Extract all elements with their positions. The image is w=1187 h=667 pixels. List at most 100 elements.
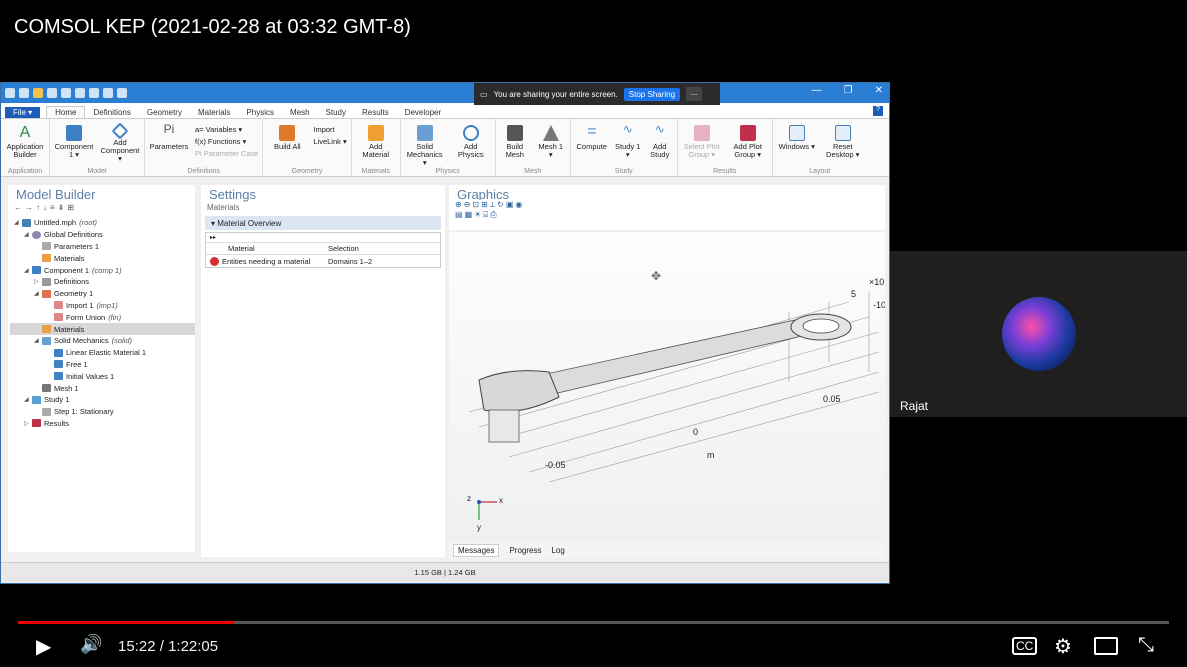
tab-materials[interactable]: Materials bbox=[190, 107, 238, 118]
study-1-button[interactable]: ∿ Study 1 ▾ bbox=[615, 121, 641, 159]
windows-button[interactable]: Windows ▾ bbox=[777, 121, 817, 151]
maximize-icon[interactable]: ❐ bbox=[844, 85, 853, 96]
grid-icon[interactable]: ▦ bbox=[465, 210, 475, 219]
import-button[interactable]: Import bbox=[313, 125, 346, 134]
tab-file[interactable]: File ▾ bbox=[5, 107, 41, 118]
add-material-button[interactable]: Add Material bbox=[356, 121, 396, 159]
expand-arrow-icon[interactable]: ◢ bbox=[34, 290, 42, 297]
move-down-icon[interactable]: ↓ bbox=[43, 203, 50, 212]
add-component-button[interactable]: Add Component ▾ bbox=[100, 121, 140, 163]
tree-node-form-union[interactable]: Form Union (fin) bbox=[10, 311, 195, 323]
new-file-icon[interactable] bbox=[19, 88, 29, 98]
back-icon[interactable]: ← bbox=[14, 203, 25, 212]
build-mesh-button[interactable]: Build Mesh bbox=[500, 121, 530, 159]
stop-sharing-button[interactable]: Stop Sharing bbox=[623, 87, 681, 101]
tree-node-parameters[interactable]: Parameters 1 bbox=[10, 241, 195, 253]
close-icon[interactable]: ✕ bbox=[875, 85, 883, 96]
compute-button[interactable]: = Compute bbox=[575, 121, 609, 151]
expand-arrow-icon[interactable]: ◢ bbox=[24, 231, 32, 238]
expand-icon[interactable]: ⊞ bbox=[67, 203, 77, 212]
volume-icon[interactable]: 🔊 bbox=[80, 634, 102, 655]
expand-arrow-icon[interactable]: ◢ bbox=[24, 396, 32, 403]
tree-node-geometry[interactable]: ◢ Geometry 1 bbox=[10, 288, 195, 300]
tab-messages[interactable]: Messages bbox=[453, 543, 500, 557]
tree-node-component[interactable]: ◢ Component 1 (comp 1) bbox=[10, 264, 195, 276]
play-icon[interactable]: ▶ bbox=[36, 634, 51, 659]
tab-progress[interactable]: Progress bbox=[509, 546, 541, 555]
wireframe-icon[interactable]: ▤ bbox=[455, 210, 465, 219]
zoom-box-icon[interactable]: ⊡ bbox=[472, 200, 481, 209]
forward-icon[interactable]: → bbox=[25, 203, 36, 212]
tab-study[interactable]: Study bbox=[318, 107, 354, 118]
tab-mesh[interactable]: Mesh bbox=[282, 107, 318, 118]
expand-arrow-icon[interactable]: ◢ bbox=[34, 337, 42, 344]
tab-definitions[interactable]: Definitions bbox=[85, 107, 138, 118]
undo-icon[interactable] bbox=[61, 88, 71, 98]
tree-node-root[interactable]: ◢ Untitled.mph (root) bbox=[10, 217, 195, 229]
component-button[interactable]: Component 1 ▾ bbox=[54, 121, 94, 159]
table-row[interactable]: Entities needing a material Domains 1–2 bbox=[206, 255, 440, 267]
mesh-1-button[interactable]: Mesh 1 ▾ bbox=[536, 121, 566, 159]
exit-fullscreen-icon[interactable]: ⤡ bbox=[1138, 634, 1154, 657]
tree-node-mesh[interactable]: Mesh 1 bbox=[10, 382, 195, 394]
tree-node-linear-elastic[interactable]: Linear Elastic Material 1 bbox=[10, 347, 195, 359]
captions-icon[interactable]: CC bbox=[1012, 637, 1038, 655]
open-file-icon[interactable] bbox=[33, 88, 43, 98]
tree-node-step[interactable]: Step 1: Stationary bbox=[10, 406, 195, 418]
show-icon[interactable]: ≡ bbox=[50, 203, 58, 212]
zoom-in-icon[interactable]: ⊕ bbox=[455, 200, 464, 209]
tree-node-import[interactable]: Import 1 (imp1) bbox=[10, 300, 195, 312]
miniplayer-icon[interactable] bbox=[1094, 637, 1118, 655]
tree-node-free[interactable]: Free 1 bbox=[10, 359, 195, 371]
tab-home[interactable]: Home bbox=[46, 106, 86, 118]
livelink-button[interactable]: LiveLink ▾ bbox=[313, 137, 346, 146]
tab-developer[interactable]: Developer bbox=[397, 107, 449, 118]
video-progress-bar[interactable] bbox=[18, 621, 1169, 624]
tab-log[interactable]: Log bbox=[551, 546, 564, 555]
zoom-extents-icon[interactable]: ⊞ bbox=[481, 200, 490, 209]
add-study-button[interactable]: ∿ Add Study bbox=[647, 121, 673, 159]
parameter-case-button[interactable]: Pi Parameter Case bbox=[195, 149, 258, 158]
camera-icon[interactable]: ◉ bbox=[515, 200, 524, 209]
paste-icon[interactable] bbox=[103, 88, 113, 98]
add-plot-group-button[interactable]: Add Plot Group ▾ bbox=[728, 121, 768, 159]
material-overview-section[interactable]: ▾ Material Overview bbox=[205, 216, 441, 230]
minimize-icon[interactable]: — bbox=[812, 85, 822, 96]
tree-node-component-materials[interactable]: Materials bbox=[10, 323, 195, 335]
application-builder-button[interactable]: A Application Builder bbox=[5, 121, 45, 159]
tree-node-results[interactable]: ▷ Results bbox=[10, 418, 195, 430]
expand-arrow-icon[interactable]: ◢ bbox=[14, 219, 22, 226]
reset-desktop-button[interactable]: Reset Desktop ▾ bbox=[823, 121, 863, 159]
light-icon[interactable]: ☀ bbox=[474, 210, 483, 219]
add-physics-button[interactable]: Add Physics bbox=[451, 121, 491, 159]
share-more-button[interactable]: ... bbox=[686, 87, 703, 101]
rotate-icon[interactable]: ↻ bbox=[497, 200, 506, 209]
move-up-icon[interactable]: ↑ bbox=[36, 203, 43, 212]
tree-node-global-materials[interactable]: Materials bbox=[10, 252, 195, 264]
select-icon[interactable]: ▣ bbox=[506, 200, 516, 209]
tree-node-solid-mechanics[interactable]: ◢ Solid Mechanics (solid) bbox=[10, 335, 195, 347]
tab-physics[interactable]: Physics bbox=[238, 107, 282, 118]
copy-icon[interactable] bbox=[89, 88, 99, 98]
graphics-viewport[interactable]: ✥ ×10 5 -10 0.05 0 -0.05 m z x y bbox=[449, 232, 886, 534]
quick-access-icon[interactable] bbox=[117, 88, 127, 98]
print-icon[interactable]: ⎙ bbox=[490, 210, 498, 219]
expand-arrow-icon[interactable]: ▷ bbox=[24, 420, 32, 427]
settings-gear-icon[interactable]: ⚙ bbox=[1054, 634, 1072, 659]
expand-arrow-icon[interactable]: ▷ bbox=[34, 278, 42, 285]
build-all-button[interactable]: Build All bbox=[267, 121, 307, 151]
parameters-button[interactable]: Pi Parameters bbox=[149, 121, 189, 151]
tree-node-study[interactable]: ◢ Study 1 bbox=[10, 394, 195, 406]
variables-button[interactable]: a= Variables ▾ bbox=[195, 125, 258, 134]
help-icon[interactable]: ? bbox=[873, 106, 883, 116]
save-icon[interactable] bbox=[47, 88, 57, 98]
functions-button[interactable]: f(x) Functions ▾ bbox=[195, 137, 258, 146]
solid-mechanics-button[interactable]: Solid Mechanics ▾ bbox=[405, 121, 445, 167]
collapse-icon[interactable]: ⇟ bbox=[58, 203, 68, 212]
tab-geometry[interactable]: Geometry bbox=[139, 107, 190, 118]
expand-arrow-icon[interactable]: ◢ bbox=[24, 267, 32, 274]
select-plot-group-button[interactable]: Select Plot Group ▾ bbox=[682, 121, 722, 159]
tree-node-definitions[interactable]: ▷ Definitions bbox=[10, 276, 195, 288]
tree-node-global-definitions[interactable]: ◢ Global Definitions bbox=[10, 229, 195, 241]
tree-node-initial-values[interactable]: Initial Values 1 bbox=[10, 370, 195, 382]
